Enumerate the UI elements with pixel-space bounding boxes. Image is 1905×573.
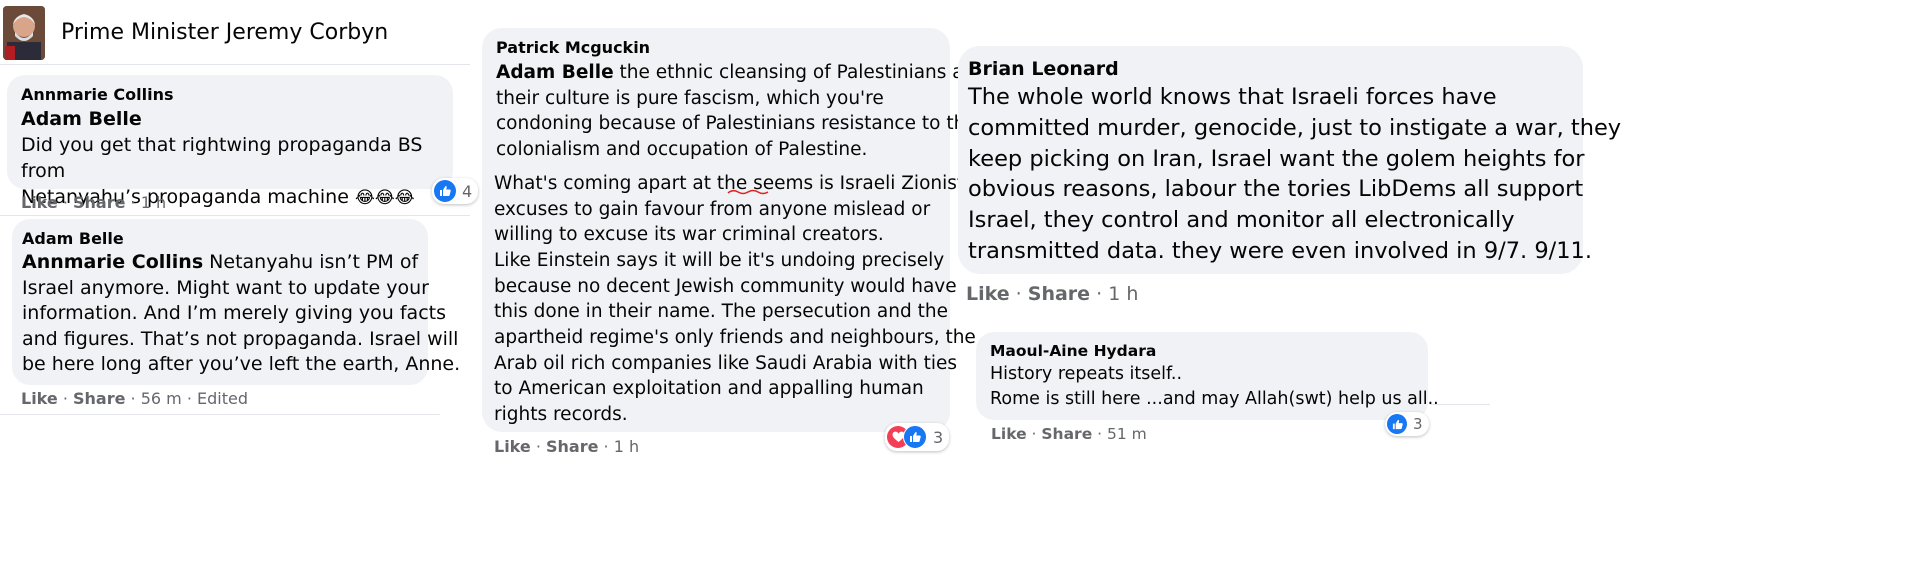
comment-divider <box>1430 404 1490 405</box>
comment-text-line: because no decent Jewish community would… <box>494 275 957 297</box>
reaction-summary[interactable]: 3 <box>885 423 950 451</box>
page-title[interactable]: Prime Minister Jeremy Corbyn <box>61 20 388 45</box>
comment-text-line: to American exploitation and appalling h… <box>494 378 924 400</box>
comment-text-line: colonialism and occupation of Palestine. <box>496 139 868 161</box>
reaction-summary[interactable]: 4 <box>432 178 479 204</box>
comment-author[interactable]: Brian Leonard <box>968 58 1573 80</box>
timestamp[interactable]: 1 h <box>1108 283 1138 305</box>
post-header: Prime Minister Jeremy Corbyn <box>0 0 470 66</box>
comment-text-line: this done in their name. The persecution… <box>494 301 948 323</box>
comment-author[interactable]: Maoul-Aine Hydara <box>990 342 1414 360</box>
comment-text-line: apartheid regime's only friends and neig… <box>494 327 976 349</box>
comment-text-line: Netanyahu isn’t PM of <box>203 251 419 273</box>
comment-text-line: condoning because of Palestinians resist… <box>496 113 977 135</box>
comment-text-line: obvious reasons, labour the tories LibDe… <box>968 176 1584 203</box>
reaction-count: 3 <box>1413 415 1423 433</box>
comment-text-line: Rome is still here ...and may Allah(swt)… <box>990 389 1439 409</box>
comment-text-line: Like Einstein says it will be it's undoi… <box>494 249 945 271</box>
comment-text-line: committed murder, genocide, just to inst… <box>968 114 1622 141</box>
share-link[interactable]: Share <box>546 437 598 456</box>
thumbs-up-icon <box>903 425 927 449</box>
timestamp[interactable]: 1 h <box>141 193 166 212</box>
comment-text-line: History repeats itself.. <box>990 364 1183 384</box>
comment-text-line: the ethnic cleansing of Palestinians and <box>613 62 988 83</box>
comment-text-line: excuses to gain favour from anyone misle… <box>494 198 931 220</box>
comment-bubble: Maoul-Aine Hydara History repeats itself… <box>976 332 1439 420</box>
timestamp[interactable]: 1 h <box>614 437 639 456</box>
reaction-count: 3 <box>933 427 944 447</box>
comment-bubble: Brian Leonard The whole world knows that… <box>958 46 1621 274</box>
like-link[interactable]: Like <box>966 283 1010 305</box>
comment-author[interactable]: Adam Belle <box>22 229 418 248</box>
avatar[interactable] <box>3 6 45 60</box>
share-link[interactable]: Share <box>73 193 125 212</box>
laughing-emoji: 😂😂😂 <box>354 188 415 208</box>
like-link[interactable]: Like <box>21 193 58 212</box>
comment-text-line: and figures. That’s not propaganda. Isra… <box>22 327 459 350</box>
comment-divider <box>0 215 470 216</box>
spellcheck-underline <box>727 189 769 195</box>
comment-actions: Like · Share · 51 m <box>991 425 1147 443</box>
comment-text-line: keep picking on Iran, Israel want the go… <box>968 145 1585 172</box>
reaction-count: 4 <box>462 181 473 201</box>
share-link[interactable]: Share <box>73 389 125 408</box>
comment-text-line: transmitted data. they were even involve… <box>968 237 1593 264</box>
comment-actions: Like · Share · 1 h <box>21 193 167 212</box>
comment-text-line: willing to excuse its war criminal creat… <box>494 224 884 246</box>
thumbs-up-icon <box>1387 414 1407 434</box>
mention-link[interactable]: Annmarie Collins <box>22 251 203 273</box>
comment-text-line: information. And I’m merely giving you f… <box>22 302 446 324</box>
comment-text-line: Arab oil rich companies like Saudi Arabi… <box>494 352 957 374</box>
share-link[interactable]: Share <box>1041 425 1092 443</box>
comment-author[interactable]: Patrick Mcguckin <box>496 38 938 57</box>
comment-actions: Like · Share · 1 h <box>966 283 1139 305</box>
comment-text-line: The whole world knows that Israeli force… <box>968 84 1497 110</box>
comment-text-line: Did you get that rightwing propaganda BS… <box>21 134 423 182</box>
comment-text-line: Israel anymore. Might want to update you… <box>22 276 429 299</box>
like-link[interactable]: Like <box>991 425 1027 443</box>
comment-bubble: Patrick Mcguckin Adam Belle the ethnic c… <box>482 28 987 432</box>
edited-label[interactable]: Edited <box>197 389 248 408</box>
share-link[interactable]: Share <box>1028 283 1090 305</box>
timestamp[interactable]: 51 m <box>1107 425 1147 443</box>
comment-divider <box>0 414 440 415</box>
comment-bubble: Adam Belle Annmarie Collins Netanyahu is… <box>12 219 460 385</box>
thumbs-up-icon <box>434 180 456 202</box>
comment-bubble: Annmarie Collins Adam Belle Did you get … <box>7 75 453 208</box>
comment-actions: Like · Share · 1 h <box>494 437 640 456</box>
like-link[interactable]: Like <box>21 389 58 408</box>
comment-text-line: rights records. <box>494 404 628 426</box>
profile-photo-image <box>3 6 45 60</box>
mention-link[interactable]: Adam Belle <box>496 62 614 83</box>
comment-text-line: be here long after you’ve left the earth… <box>22 353 461 375</box>
comment-author[interactable]: Annmarie Collins <box>21 85 439 104</box>
header-divider <box>0 64 470 65</box>
timestamp[interactable]: 56 m <box>141 389 182 408</box>
like-link[interactable]: Like <box>494 437 531 456</box>
comment-actions: Like · Share · 56 m · Edited <box>21 389 249 408</box>
reaction-summary[interactable]: 3 <box>1385 412 1429 436</box>
mention-link[interactable]: Adam Belle <box>21 108 142 130</box>
comment-text-line: Israel, they control and monitor all ele… <box>968 207 1515 234</box>
comment-text-line: their culture is pure fascism, which you… <box>496 87 884 109</box>
